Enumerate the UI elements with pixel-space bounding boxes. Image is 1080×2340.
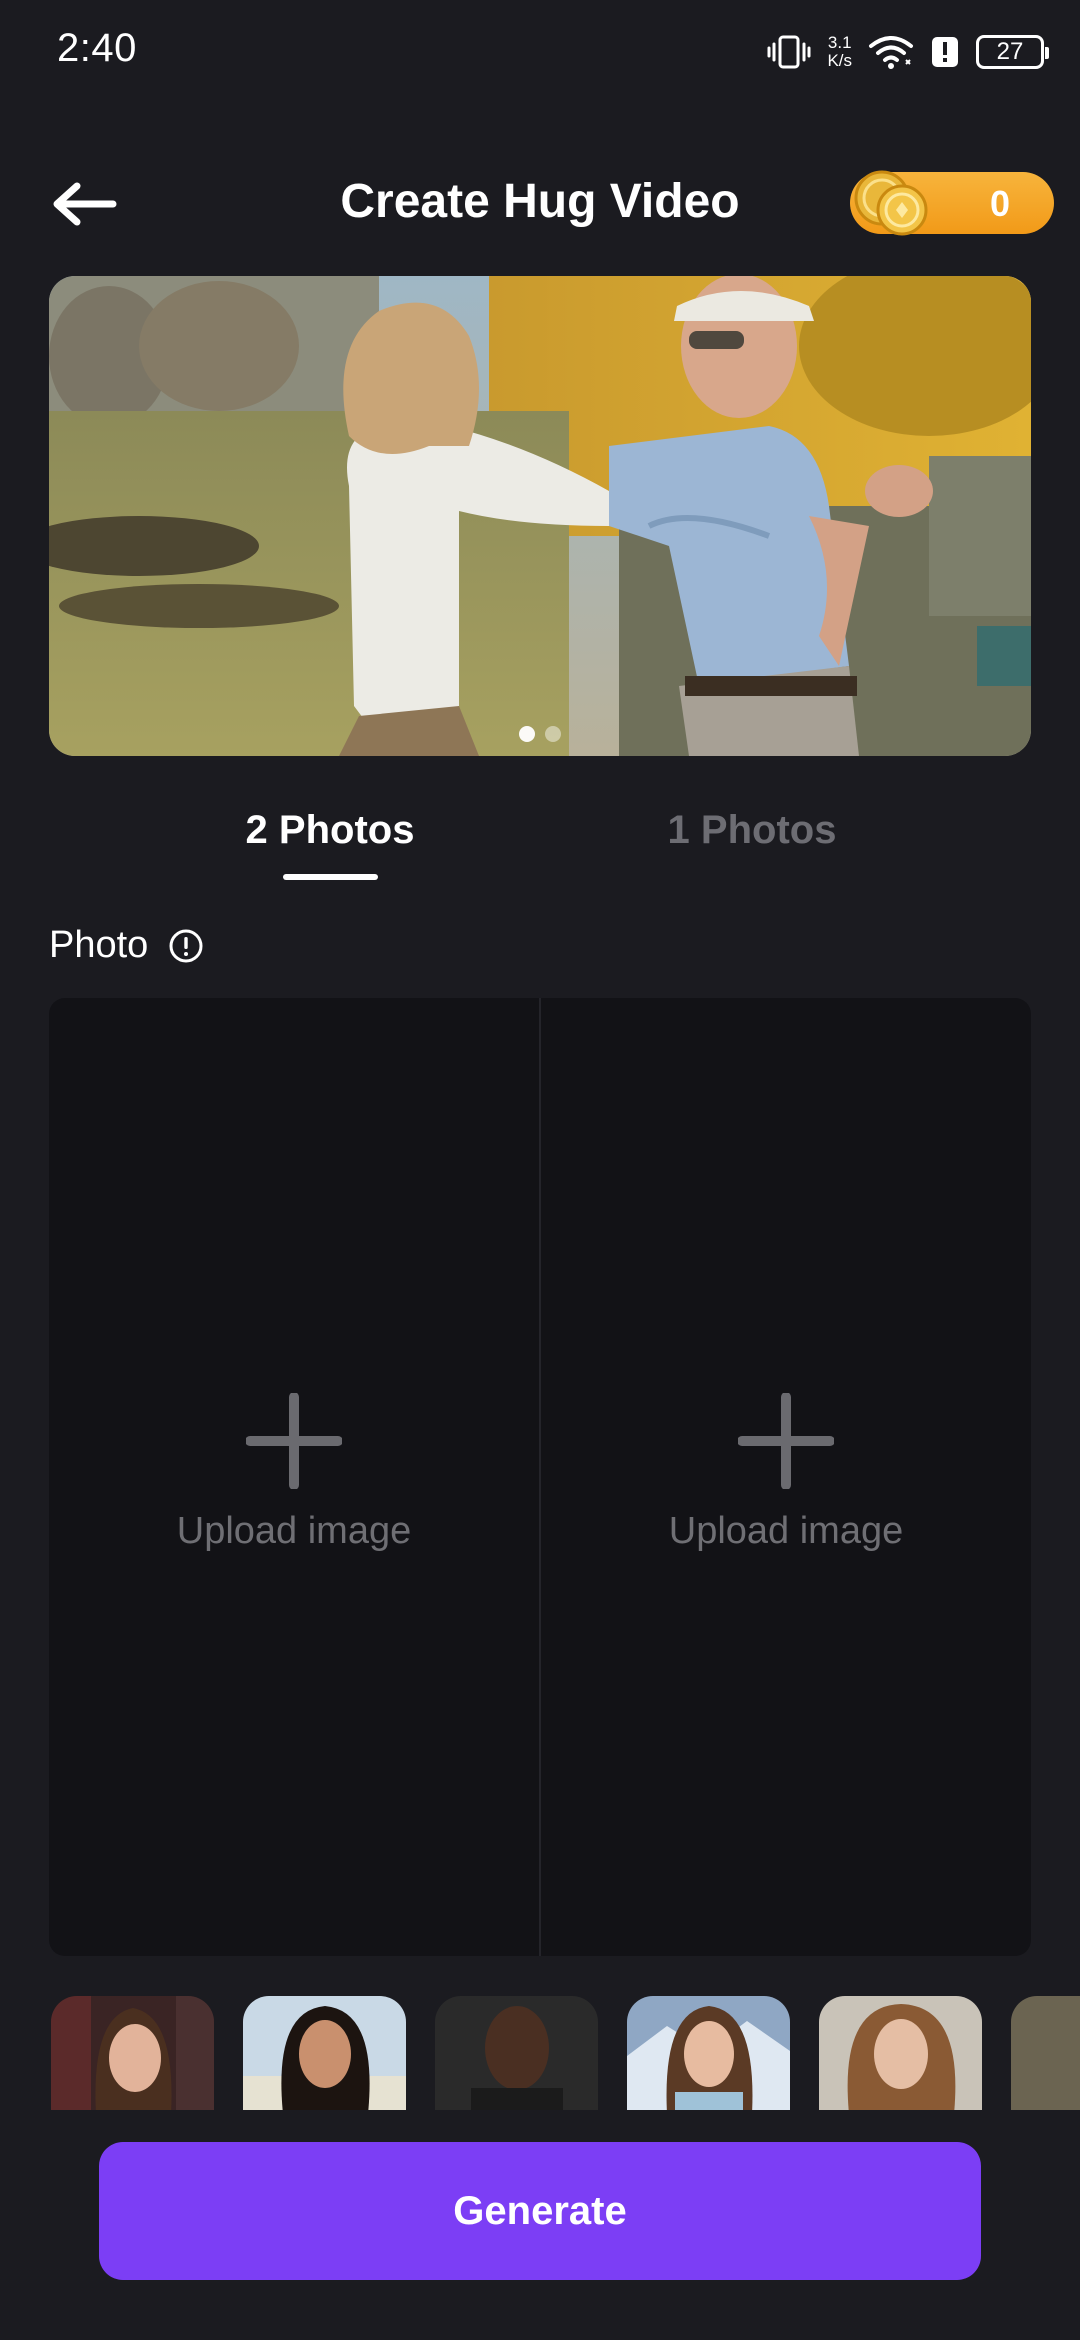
status-icons: 3.1 K/s 27	[751, 30, 1049, 74]
sample-photo-4[interactable]	[627, 1996, 790, 2110]
sample-photo-image	[819, 1996, 982, 2110]
photo-section-header: Photo	[49, 924, 204, 967]
wifi-icon	[869, 36, 913, 69]
sample-photo-image	[243, 1996, 406, 2110]
sample-photo-image	[627, 1996, 790, 2110]
sample-photo-5[interactable]	[819, 1996, 982, 2110]
upload-image-label: Upload image	[668, 1510, 904, 1552]
photo-section-label: Photo	[49, 924, 149, 966]
photo-count-tabs: 2 Photos 1 Photos	[0, 808, 1080, 888]
upload-image-label: Upload image	[176, 1510, 412, 1552]
upload-slot-1[interactable]: Upload image	[49, 998, 539, 1956]
active-tab-indicator	[283, 874, 378, 880]
hero-preview[interactable]	[49, 276, 1031, 756]
battery-level: 27	[996, 38, 1024, 65]
alert-icon	[932, 37, 958, 67]
coin-balance: 0	[989, 183, 1011, 224]
coin-balance-button[interactable]: 0	[850, 170, 1054, 236]
sample-photo-image	[51, 1996, 214, 2110]
network-speed-unit: K/s	[827, 51, 852, 70]
info-icon[interactable]	[168, 928, 204, 964]
generate-button[interactable]: Generate	[99, 2142, 981, 2280]
network-speed-value: 3.1	[827, 33, 852, 52]
vibrate-icon	[767, 35, 811, 69]
plus-icon	[246, 1393, 342, 1489]
sample-photo-2[interactable]	[243, 1996, 406, 2110]
sample-photo-image	[435, 1996, 598, 2110]
header: Create Hug Video 0	[0, 160, 1080, 250]
carousel-dot-1[interactable]	[519, 726, 535, 742]
carousel-dots	[49, 726, 1031, 742]
status-time: 2:40	[57, 26, 137, 70]
carousel-dot-2[interactable]	[545, 726, 561, 742]
hero-image	[49, 276, 1031, 756]
coin-stack-icon	[854, 170, 928, 236]
sample-photo-image	[1011, 1996, 1080, 2110]
sample-photo-3[interactable]	[435, 1996, 598, 2110]
status-bar: 2:40 3.1 K/s 27	[0, 0, 1080, 100]
screen: 2:40 3.1 K/s 27 Create Hug Video 0 2 Pho…	[0, 0, 1080, 2340]
plus-icon	[738, 1393, 834, 1489]
sample-photos-strip	[51, 1996, 1080, 2110]
tab-2-photos[interactable]: 2 Photos	[180, 808, 480, 853]
sample-photo-6[interactable]	[1011, 1996, 1080, 2110]
battery-icon: 27	[976, 35, 1049, 69]
network-speed: 3.1 K/s	[827, 34, 852, 70]
upload-area: Upload image Upload image	[49, 998, 1031, 1956]
upload-slot-2[interactable]: Upload image	[539, 998, 1031, 1956]
sample-photo-1[interactable]	[51, 1996, 214, 2110]
tab-1-photos[interactable]: 1 Photos	[602, 808, 902, 853]
